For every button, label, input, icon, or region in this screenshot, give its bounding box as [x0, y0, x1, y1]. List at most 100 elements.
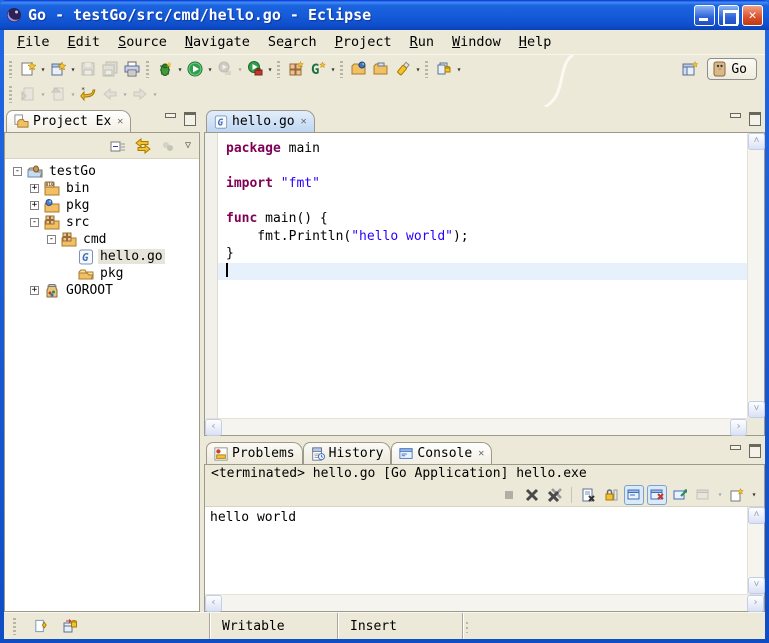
- scroll-up-icon[interactable]: ˄: [748, 133, 765, 150]
- forward-dropdown[interactable]: ▾: [151, 90, 159, 99]
- tab-problems[interactable]: Problems: [206, 442, 303, 464]
- panel-maximize-button[interactable]: [748, 112, 761, 123]
- title-bar[interactable]: Go - testGo/src/cmd/hello.go - Eclipse: [0, 0, 769, 30]
- next-annotation-dropdown[interactable]: ▾: [39, 90, 47, 99]
- scroll-right-icon[interactable]: ›: [747, 595, 764, 612]
- display-console-dropdown[interactable]: ▾: [716, 490, 724, 499]
- open-perspective-button[interactable]: [679, 58, 701, 80]
- console-vertical-scrollbar[interactable]: ˄ ˅: [747, 507, 764, 594]
- tree-item-hello-go[interactable]: G hello.go: [5, 248, 199, 265]
- collapse-all-button[interactable]: [108, 136, 128, 156]
- tree-item-testgo[interactable]: - testGo: [5, 163, 199, 180]
- run-last-button[interactable]: [214, 58, 236, 80]
- expander-icon[interactable]: +: [30, 184, 39, 193]
- remove-launch-button[interactable]: [522, 485, 542, 505]
- external-tools-button[interactable]: [244, 58, 266, 80]
- menu-run[interactable]: Run: [401, 32, 443, 52]
- close-icon[interactable]: ✕: [478, 448, 484, 459]
- toolbar-grip[interactable]: [9, 61, 12, 78]
- panel-minimize-button[interactable]: [729, 444, 742, 455]
- close-icon[interactable]: ✕: [117, 116, 123, 127]
- editor-horizontal-scrollbar[interactable]: ‹ ›: [205, 418, 747, 435]
- panel-maximize-button[interactable]: [748, 444, 761, 455]
- tab-project-explorer[interactable]: Project Ex ✕: [6, 110, 131, 132]
- tree-item-cmd[interactable]: - cmd: [5, 231, 199, 248]
- menu-edit[interactable]: Edit: [59, 32, 110, 52]
- debug-dropdown[interactable]: ▾: [176, 65, 184, 74]
- scroll-lock-button[interactable]: [601, 485, 621, 505]
- menu-project[interactable]: Project: [326, 32, 401, 52]
- tree-item-src[interactable]: - src: [5, 214, 199, 231]
- clear-console-button[interactable]: [578, 485, 598, 505]
- pin-console-button[interactable]: [670, 485, 690, 505]
- panel-minimize-button[interactable]: [164, 112, 177, 123]
- search-button[interactable]: [392, 58, 414, 80]
- terminate-button[interactable]: [499, 485, 519, 505]
- synchronize-trim-button[interactable]: [59, 615, 81, 637]
- forward-button[interactable]: [129, 83, 151, 105]
- expander-icon[interactable]: +: [30, 201, 39, 210]
- view-menu-button[interactable]: ▽: [183, 140, 193, 151]
- scroll-right-icon[interactable]: ›: [730, 419, 747, 436]
- tab-history[interactable]: History: [303, 442, 392, 464]
- save-button[interactable]: [77, 58, 99, 80]
- close-icon[interactable]: ✕: [301, 116, 307, 127]
- toolbar-grip[interactable]: [9, 86, 12, 103]
- panel-maximize-button[interactable]: [183, 112, 196, 123]
- mark-occurrences-button[interactable]: [433, 58, 455, 80]
- last-edit-location-button[interactable]: *: [77, 83, 99, 105]
- new-wizard-button[interactable]: [17, 58, 39, 80]
- toolbar-grip[interactable]: [277, 61, 280, 78]
- menu-help[interactable]: Help: [510, 32, 561, 52]
- show-console-stdout-button[interactable]: [624, 485, 644, 505]
- new-file-dropdown[interactable]: ▾: [69, 65, 77, 74]
- debug-button[interactable]: [154, 58, 176, 80]
- panel-minimize-button[interactable]: [729, 112, 742, 123]
- scroll-down-icon[interactable]: ˅: [748, 401, 765, 418]
- display-selected-console-button[interactable]: [693, 485, 713, 505]
- toolbar-grip[interactable]: [146, 61, 149, 78]
- back-dropdown[interactable]: ▾: [121, 90, 129, 99]
- tree-item-bin[interactable]: + 010 bin: [5, 180, 199, 197]
- maximize-button[interactable]: [718, 5, 739, 26]
- save-all-button[interactable]: [99, 58, 121, 80]
- expander-icon[interactable]: -: [13, 167, 22, 176]
- open-console-dropdown[interactable]: ▾: [750, 490, 758, 499]
- print-button[interactable]: [121, 58, 143, 80]
- minimize-button[interactable]: [694, 5, 715, 26]
- new-wizard-dropdown[interactable]: ▾: [39, 65, 47, 74]
- tree-item-pkg-src[interactable]: pkg: [5, 265, 199, 282]
- scroll-left-icon[interactable]: ‹: [205, 419, 222, 436]
- previous-annotation-dropdown[interactable]: ▾: [69, 90, 77, 99]
- console-output[interactable]: hello world: [205, 507, 747, 594]
- link-with-editor-button[interactable]: [133, 136, 153, 156]
- run-button[interactable]: [184, 58, 206, 80]
- scroll-up-icon[interactable]: ˄: [748, 507, 765, 524]
- expander-icon[interactable]: -: [30, 218, 39, 227]
- run-last-dropdown[interactable]: ▾: [236, 65, 244, 74]
- new-go-file-button[interactable]: G: [307, 58, 329, 80]
- expander-icon[interactable]: -: [47, 235, 56, 244]
- run-dropdown[interactable]: ▾: [206, 65, 214, 74]
- scroll-left-icon[interactable]: ‹: [205, 595, 222, 612]
- tab-hello-go[interactable]: G hello.go ✕: [206, 110, 315, 132]
- code-editor[interactable]: package main import "fmt" func main() { …: [218, 133, 747, 418]
- menu-source[interactable]: Source: [109, 32, 176, 52]
- show-view-trim-button[interactable]: [29, 615, 51, 637]
- open-resource-button[interactable]: [348, 58, 370, 80]
- menu-window[interactable]: Window: [443, 32, 510, 52]
- new-go-package-button[interactable]: [285, 58, 307, 80]
- search-dropdown[interactable]: ▾: [414, 65, 422, 74]
- editor-vertical-scrollbar[interactable]: ˄ ˅: [747, 133, 764, 418]
- external-tools-dropdown[interactable]: ▾: [266, 65, 274, 74]
- focus-on-task-button[interactable]: [158, 136, 178, 156]
- console-horizontal-scrollbar[interactable]: ‹ ›: [205, 594, 764, 611]
- statusbar-grip[interactable]: [462, 613, 470, 639]
- open-folder-button[interactable]: [370, 58, 392, 80]
- back-button[interactable]: [99, 83, 121, 105]
- toolbar-grip[interactable]: [340, 61, 343, 78]
- open-console-button[interactable]: [727, 485, 747, 505]
- toolbar-grip[interactable]: [425, 61, 428, 78]
- previous-annotation-button[interactable]: [47, 83, 69, 105]
- close-button[interactable]: [742, 5, 763, 26]
